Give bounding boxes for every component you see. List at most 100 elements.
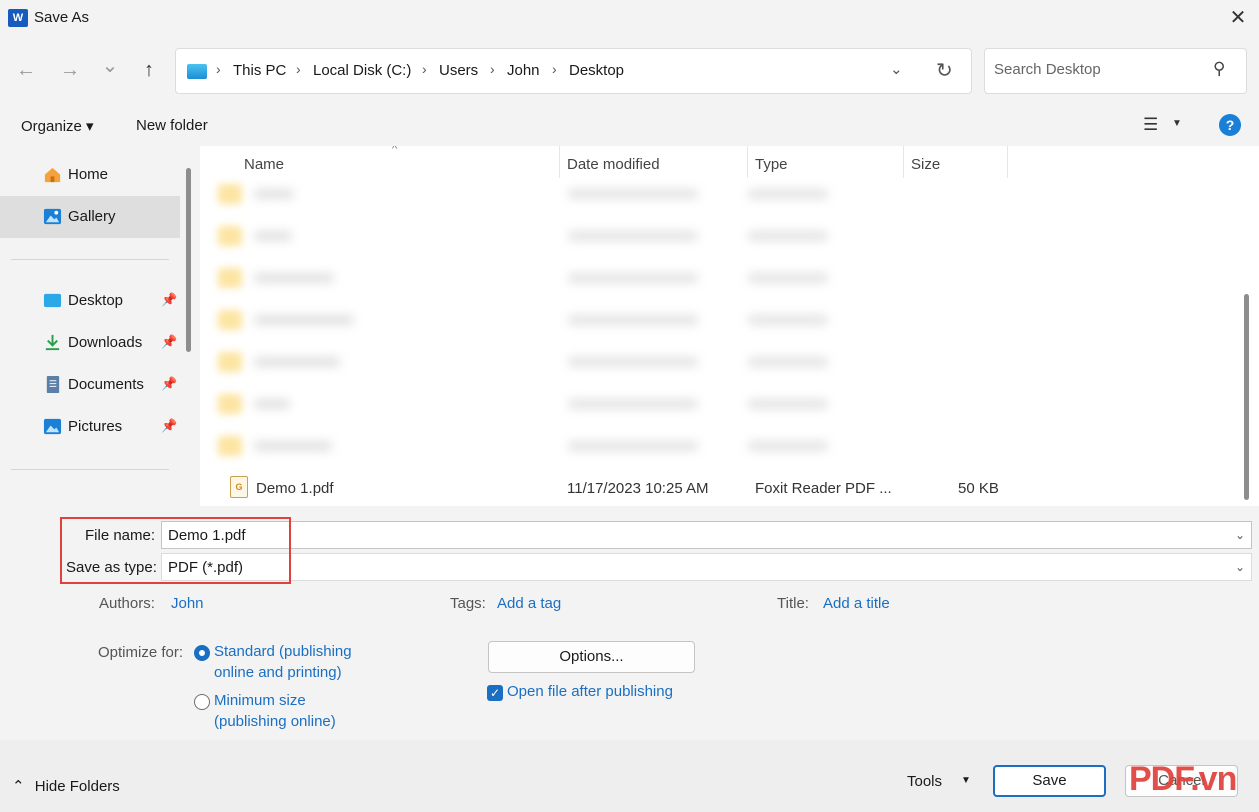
sidebar-item-desktop[interactable]: Desktop 📌 [0,280,180,322]
optimize-minimum-line2: (publishing online) [214,713,336,730]
chevron-right-icon[interactable]: › [490,61,495,77]
organize-button[interactable]: Organize ▾ [21,117,94,135]
sidebar-item-gallery[interactable]: Gallery [0,196,180,238]
column-divider[interactable] [559,146,560,178]
tools-button[interactable]: Tools [907,773,942,790]
column-divider[interactable] [747,146,748,178]
file-name: Demo 1.pdf [256,480,334,497]
hide-folders-button[interactable]: ⌃ Hide Folders [12,777,120,795]
watermark-logo: PDF.vn [1129,760,1237,798]
file-name-field[interactable]: ⌄ [161,521,1252,549]
chevron-up-icon: ⌃ [12,778,25,795]
breadcrumb-john[interactable]: John [507,62,540,79]
highlight-box [60,517,291,584]
authors-label: Authors: [99,595,155,612]
column-divider[interactable] [1007,146,1008,178]
breadcrumb-local-disk[interactable]: Local Disk (C:) [313,62,411,79]
column-divider[interactable] [903,146,904,178]
sidebar-item-label: Home [68,166,109,183]
breadcrumb-desktop[interactable]: Desktop [569,62,624,79]
optimize-minimum-label[interactable]: Minimum size (publishing online) [214,690,336,732]
chevron-right-icon[interactable]: › [296,61,301,77]
desktop-icon [43,293,62,308]
breadcrumb-users[interactable]: Users [439,62,478,79]
list-item[interactable] [218,346,838,378]
file-name-input[interactable] [168,527,1068,544]
column-header-size[interactable]: Size [911,156,940,173]
column-header-name[interactable]: Name [244,156,284,173]
window-title: Save As [34,9,90,26]
list-item[interactable] [218,220,838,252]
search-icon[interactable]: ⚲ [1213,59,1225,79]
save-button[interactable]: Save [993,765,1106,797]
chevron-right-icon[interactable]: › [216,61,221,77]
forward-arrow-icon[interactable]: → [56,56,84,84]
file-list-scrollbar[interactable] [1244,294,1249,500]
chevron-right-icon[interactable]: › [552,61,557,77]
save-as-type-select[interactable]: PDF (*.pdf) ⌄ [161,553,1252,581]
this-pc-icon [187,64,207,79]
help-icon[interactable]: ? [1219,114,1241,136]
sidebar-item-label: Documents [68,376,144,393]
sidebar-item-label: Downloads [68,334,143,351]
sort-ascending-icon: ^ [392,146,398,155]
radio-minimum-size[interactable] [194,694,210,710]
chevron-down-icon[interactable]: ⌄ [890,60,903,78]
optimize-standard-line1: Standard (publishing [214,643,352,660]
open-after-publishing-label[interactable]: Open file after publishing [507,681,673,702]
downloads-icon [45,334,60,351]
chevron-right-icon[interactable]: › [422,61,427,77]
file-type: Foxit Reader PDF ... [755,480,892,497]
search-input[interactable] [994,61,1204,78]
optimize-standard-label[interactable]: Standard (publishing online and printing… [214,641,352,683]
sidebar-item-home[interactable]: Home [0,154,180,196]
file-size: 50 KB [958,480,999,497]
address-bar[interactable]: › This PC › Local Disk (C:) › Users › Jo… [175,48,972,94]
radio-standard[interactable] [194,645,210,661]
navigation-bar: ← → ⌄ ↑ › This PC › Local Disk (C:) › Us… [0,38,1259,104]
command-bar: Organize ▾ New folder ☰ ▼ ? [0,104,1259,146]
list-item[interactable] [218,178,838,210]
sidebar-item-downloads[interactable]: Downloads 📌 [0,322,180,364]
close-icon[interactable]: ✕ [1226,6,1250,30]
list-item[interactable] [218,388,838,420]
up-arrow-icon[interactable]: ↑ [135,56,163,84]
column-header-type[interactable]: Type [755,156,788,173]
options-button[interactable]: Options... [488,641,695,673]
chevron-down-icon[interactable]: ▼ [961,775,971,786]
word-icon: W [8,9,28,27]
pin-icon[interactable]: 📌 [161,418,177,434]
refresh-icon[interactable]: ↻ [936,58,953,83]
dialog-footer: ⌃ Hide Folders Tools ▼ Save Cancel [0,740,1259,812]
optimize-for-label: Optimize for: [98,644,184,661]
list-item[interactable] [218,304,838,336]
back-arrow-icon[interactable]: ← [12,56,40,84]
file-list: ^ Name Date modified Type Size G Demo 1.… [200,146,1259,506]
chevron-down-icon[interactable]: ⌄ [1235,528,1245,542]
sidebar-item-pictures[interactable]: Pictures 📌 [0,406,180,448]
open-after-publishing-checkbox[interactable]: ✓ [487,685,503,701]
pin-icon[interactable]: 📌 [161,292,177,308]
sidebar-item-documents[interactable]: Documents 📌 [0,364,180,406]
sidebar-scrollbar[interactable] [186,168,191,352]
file-date: 11/17/2023 10:25 AM [567,480,709,497]
chevron-down-icon[interactable]: ⌄ [1235,560,1245,574]
recent-locations-icon[interactable]: ⌄ [96,52,124,80]
title-value[interactable]: Add a title [823,595,890,612]
list-item[interactable] [218,262,838,294]
sidebar-item-label: Pictures [68,418,123,435]
chevron-down-icon[interactable]: ▼ [1172,118,1182,129]
list-item[interactable] [218,430,838,462]
file-row-demo[interactable]: G Demo 1.pdf 11/17/2023 10:25 AM Foxit R… [218,474,1218,504]
authors-value[interactable]: John [171,595,204,612]
pin-icon[interactable]: 📌 [161,334,177,350]
view-options-icon[interactable]: ☰ [1143,115,1158,135]
column-header-date[interactable]: Date modified [567,156,660,173]
new-folder-button[interactable]: New folder [136,117,208,134]
pin-icon[interactable]: 📌 [161,376,177,392]
tags-value[interactable]: Add a tag [497,595,561,612]
breadcrumb-this-pc[interactable]: This PC [233,62,286,79]
search-box[interactable]: ⚲ [984,48,1247,94]
optimize-minimum-line1: Minimum size [214,692,306,709]
title-label: Title: [777,595,809,612]
